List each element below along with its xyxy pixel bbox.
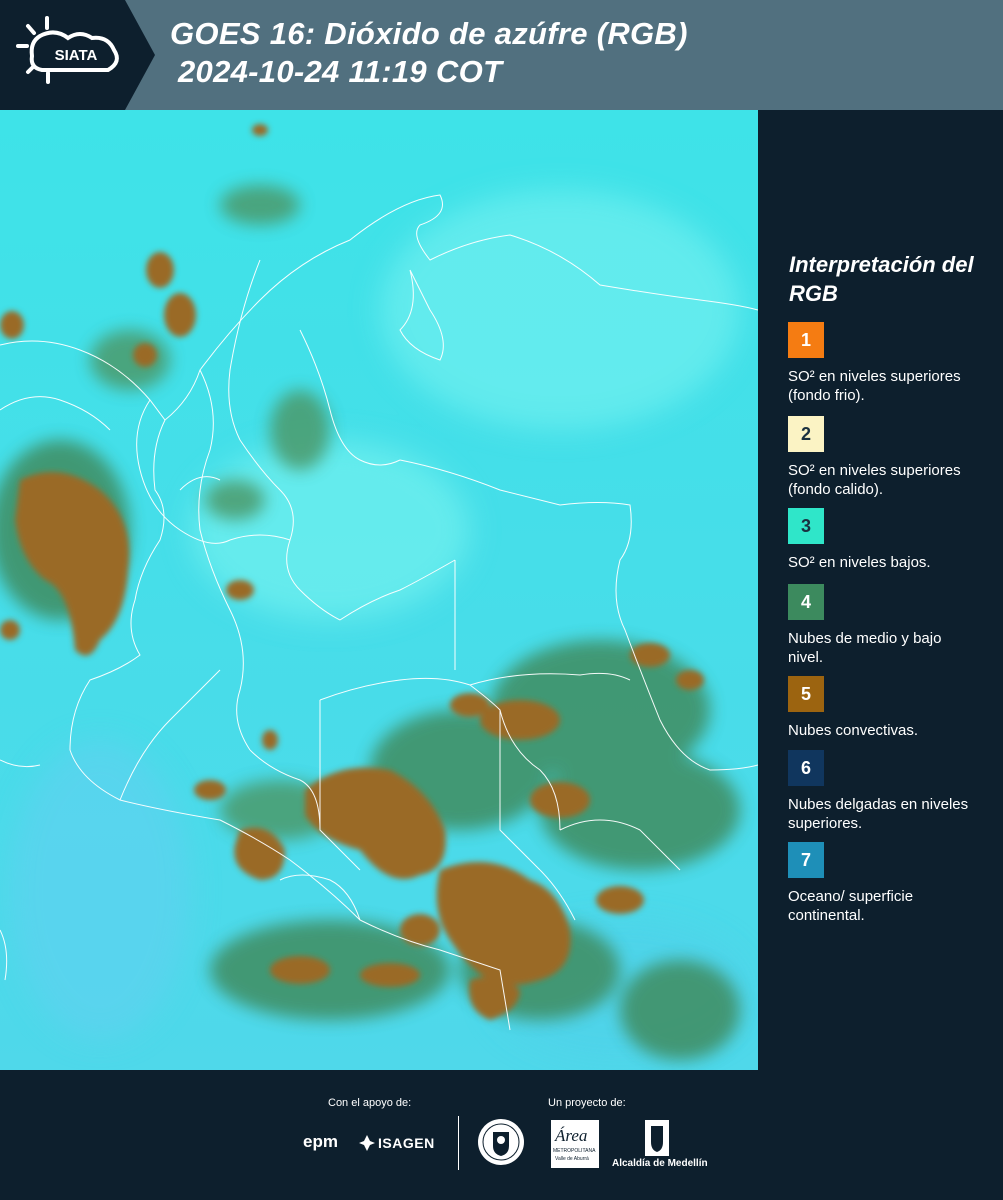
alcaldia-text: Alcaldía de Medellín [612,1158,708,1169]
legend-title: Interpretación del RGB [789,252,974,306]
logo-text: SIATA [55,47,98,64]
legend-text-3: SO² en niveles bajos. [788,554,931,571]
support-label: Con el apoyo de: [328,1097,412,1109]
legend-swatch-2: 2 [788,416,824,452]
legend-text-7: Oceano/ superficie continental. [788,888,914,924]
legend-item-7: 7 Oceano/ superficie continental. [788,842,988,925]
legend-text-4: Nubes de medio y bajo nivel. [788,630,942,666]
legend-item-3: 3 SO² en niveles bajos. [788,508,988,572]
legend-text-2: SO² en niveles superiores (fondo calido)… [788,462,961,498]
legend-swatch-7: 7 [788,842,824,878]
isagen-icon [359,1135,375,1151]
epm-logo: epm [303,1132,338,1151]
legend-item-4: 4 Nubes de medio y bajo nivel. [788,584,988,667]
area-metropolitana-logo: Área METROPOLITANA Valle de Aburrá [551,1120,599,1168]
isagen-text: ISAGEN [378,1135,435,1151]
isagen-logo: ISAGEN [358,1132,442,1154]
legend-item-5: 5 Nubes convectivas. [788,676,988,740]
legend-text-1: SO² en niveles superiores (fondo frio). [788,368,961,404]
legend-text-6: Nubes delgadas en niveles superiores. [788,796,969,832]
legend-swatch-1: 1 [788,322,824,358]
header-bar: SIATA GOES 16: Dióxido de azúfre (RGB) 2… [0,0,1003,110]
legend-swatch-5: 5 [788,676,824,712]
siata-logo: SIATA [0,0,155,110]
timestamp: 2024-10-24 11:19 COT [178,54,503,89]
legend-item-2: 2 SO² en niveles superiores (fondo calid… [788,416,988,499]
medellin-seal [477,1118,525,1166]
legend-swatch-6: 6 [788,750,824,786]
legend-swatch-4: 4 [788,584,824,620]
footer: Con el apoyo de: Un proyecto de: epm ISA… [0,1070,1003,1200]
project-label: Un proyecto de: [548,1097,626,1109]
page-title: GOES 16: Dióxido de azúfre (RGB) [170,16,688,51]
legend-panel: Interpretación del RGB 1 SO² en niveles … [758,110,1003,1070]
legend-text-5: Nubes convectivas. [788,722,919,739]
legend-swatch-3: 3 [788,508,824,544]
legend-item-6: 6 Nubes delgadas en niveles superiores. [788,750,988,833]
satellite-map [0,110,758,1070]
alcaldia-emblem [643,1118,671,1158]
legend-item-1: 1 SO² en niveles superiores (fondo frio)… [788,322,988,405]
footer-divider [458,1116,459,1170]
